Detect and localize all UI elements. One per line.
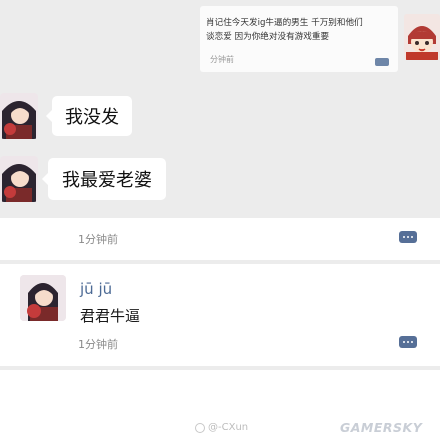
avatar[interactable] [0,156,38,202]
comment-time: 1分钟前 [78,233,118,246]
message-bubble[interactable]: 我没发 [46,96,132,136]
message-text: 我没发 [65,107,119,128]
avatar-illustration [0,93,38,139]
more-options-icon[interactable] [399,231,417,243]
message-text: 我最爱老婆 [62,170,152,191]
forwarded-comment-card[interactable]: 肖记住今天发ig牛逼的男生 千万别和他们 谈恋爱 因为你绝对没有游戏重要 分钟前 [200,6,398,72]
forwarded-comment-time: 分钟前 [210,55,234,64]
forwarded-comment-text: 肖记住今天发ig牛逼的男生 千万别和他们 谈恋爱 因为你绝对没有游戏重要 [206,16,396,44]
message-bubble[interactable]: 我最爱老婆 [42,158,166,200]
screenshot: 肖记住今天发ig牛逼的男生 千万别和他们 谈恋爱 因为你绝对没有游戏重要 分钟前 [0,0,440,440]
comment-item [0,264,440,366]
forwarded-text-line-2: 谈恋爱 因为你绝对没有游戏重要 [206,32,330,42]
weibo-icon [195,422,205,433]
avatar-illustration [20,275,66,321]
avatar[interactable] [20,275,66,321]
forwarded-text-line-1: 肖记住今天发ig牛逼的男生 千万别和他们 [206,18,363,28]
more-options-icon[interactable] [399,336,417,348]
comment-author-name[interactable]: jū jū [80,280,112,298]
avatar-illustration [404,14,440,60]
avatar[interactable] [0,93,38,139]
brand-watermark: GAMERSKY [340,420,423,435]
more-options-icon[interactable] [375,58,389,66]
weibo-watermark: @-CXun [195,422,248,433]
avatar-illustration [0,156,38,202]
comment-time: 1分钟前 [78,338,118,351]
watermark-handle: @-CXun [208,422,249,433]
avatar[interactable] [404,14,440,60]
comment-text: 君君牛逼 [80,307,141,325]
comment-footer [0,218,440,260]
